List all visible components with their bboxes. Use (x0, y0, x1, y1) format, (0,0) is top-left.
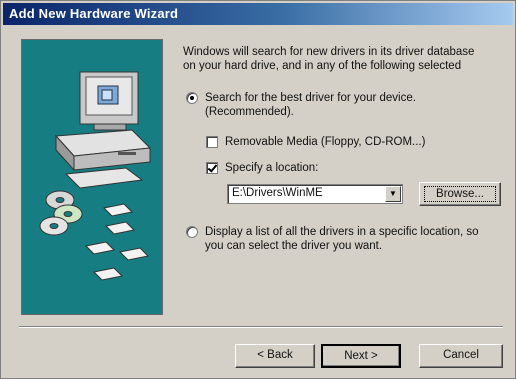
chevron-down-icon[interactable]: ▼ (385, 186, 401, 202)
browse-button[interactable]: Browse... (419, 182, 501, 206)
location-combobox[interactable]: E:\Drivers\WinME ▼ (227, 184, 403, 204)
display-list-label-line-1[interactable]: Display a list of all the drivers in a s… (205, 225, 479, 239)
display-list-radio[interactable] (186, 226, 198, 238)
search-best-radio[interactable] (186, 92, 198, 104)
specify-location-checkbox[interactable] (206, 162, 218, 174)
removable-media-checkbox[interactable] (206, 136, 218, 148)
cancel-button[interactable]: Cancel (419, 344, 503, 368)
computer-illustration-icon (39, 71, 152, 281)
intro-text: Windows will search for new drivers in i… (183, 45, 513, 73)
wizard-illustration (21, 39, 163, 315)
intro-line-1: Windows will search for new drivers in i… (183, 46, 475, 58)
removable-media-label[interactable]: Removable Media (Floppy, CD-ROM...) (225, 135, 425, 149)
browse-button-label: Browse... (424, 186, 496, 202)
wizard-window: Add New Hardware Wizard Windows will sea… (0, 0, 516, 379)
next-button[interactable]: Next > (321, 344, 401, 368)
window-title: Add New Hardware Wizard (9, 6, 179, 21)
back-button[interactable]: < Back (235, 344, 315, 368)
search-best-label-line-1[interactable]: Search for the best driver for your devi… (205, 91, 416, 105)
specify-location-label[interactable]: Specify a location: (225, 161, 318, 175)
title-bar[interactable]: Add New Hardware Wizard (3, 3, 513, 25)
intro-line-2: on your hard drive, and in any of the fo… (183, 60, 462, 72)
button-divider (19, 326, 503, 328)
location-value: E:\Drivers\WinME (232, 187, 323, 199)
search-best-label-line-2[interactable]: (Recommended). (205, 105, 294, 119)
display-list-label-line-2[interactable]: you can select the driver you want. (205, 239, 382, 253)
